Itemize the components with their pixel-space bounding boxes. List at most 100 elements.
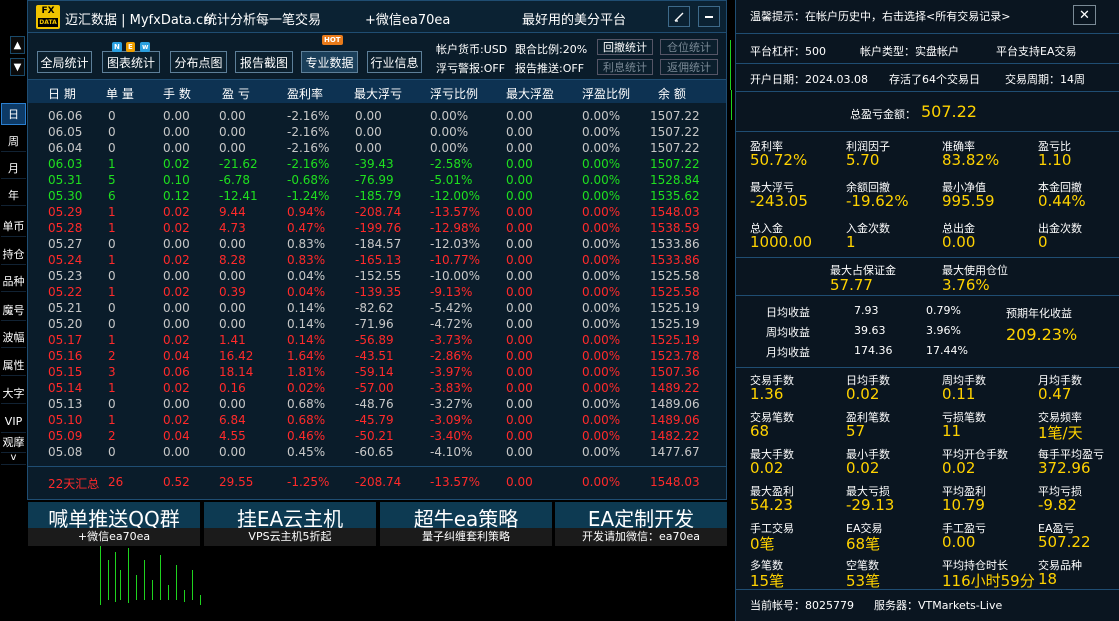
table-row[interactable]: 05.31 5 0.10 -6.78 -0.68% -76.99 -5.01% 0.00 0.0… bbox=[28, 172, 726, 188]
nav-position[interactable]: 持仓 bbox=[1, 243, 26, 265]
stat-value: 0.00 bbox=[942, 533, 976, 551]
chart-stats-button[interactable]: 图表统计 bbox=[102, 51, 160, 73]
table-cell: 0.00 bbox=[506, 365, 533, 379]
table-cell: 0.00% bbox=[582, 333, 621, 347]
industry-info-button[interactable]: 行业信息 bbox=[367, 51, 422, 73]
position-stats-button[interactable]: 仓位统计 bbox=[660, 39, 718, 55]
nav-magic[interactable]: 魔号 bbox=[1, 299, 26, 321]
nav-week[interactable]: 周 bbox=[1, 130, 26, 152]
table-row[interactable]: 05.28 1 0.02 4.73 0.47% -199.76 -12.98% 0.00 0.0… bbox=[28, 220, 726, 236]
table-row[interactable]: 06.06 0 0.00 0.00 -2.16% 0.00 0.00% 0.00 0.00% 15… bbox=[28, 108, 726, 124]
table-row[interactable]: 06.03 1 0.02 -21.62 -2.16% -39.43 -2.58% 0.00 0.… bbox=[28, 156, 726, 172]
table-row[interactable]: 05.17 1 0.02 1.41 0.14% -56.89 -3.73% 0.00 0.00%… bbox=[28, 332, 726, 348]
report-screenshot-button[interactable]: 报告截图 bbox=[235, 51, 293, 73]
table-row[interactable]: 05.22 1 0.02 0.39 0.04% -139.35 -9.13% 0.00 0.00… bbox=[28, 284, 726, 300]
report-push: 报告推送:OFF bbox=[515, 62, 585, 75]
table-row[interactable]: 05.21 0 0.00 0.00 0.14% -82.62 -5.42% 0.00 0.00%… bbox=[28, 300, 726, 316]
col-balance[interactable]: 余 额 bbox=[658, 85, 686, 102]
table-row[interactable]: 05.24 1 0.02 8.28 0.83% -165.13 -10.77% 0.00 0.0… bbox=[28, 252, 726, 268]
table-cell: 0.68% bbox=[287, 397, 326, 411]
table-cell: 0.68% bbox=[287, 413, 326, 427]
table-row[interactable]: 05.08 0 0.00 0.00 0.45% -60.65 -4.10% 0.00 0.00%… bbox=[28, 444, 726, 460]
table-row[interactable]: 05.09 2 0.04 4.55 0.46% -50.21 -3.40% 0.00 0.00%… bbox=[28, 428, 726, 444]
drawdown-stats-button[interactable]: 回撤统计 bbox=[597, 39, 653, 55]
nav-vip[interactable]: VIP bbox=[1, 411, 26, 433]
table-row[interactable]: 05.23 0 0.00 0.00 0.04% -152.55 -10.00% 0.00 0.0… bbox=[28, 268, 726, 284]
table-cell: 0 bbox=[108, 397, 116, 411]
table-row[interactable]: 06.04 0 0.00 0.00 -2.16% 0.00 0.00% 0.00 0.00% 15… bbox=[28, 140, 726, 156]
col-lots[interactable]: 手 数 bbox=[163, 85, 191, 102]
table-cell: 0.00% bbox=[582, 253, 621, 267]
table-cell: 0.00 bbox=[506, 237, 533, 251]
table-cell: 0.47% bbox=[287, 221, 326, 235]
col-orders[interactable]: 单 量 bbox=[106, 85, 134, 102]
table-row[interactable]: 05.10 1 0.02 6.84 0.68% -45.79 -3.09% 0.00 0.00%… bbox=[28, 412, 726, 428]
col-date[interactable]: 日 期 bbox=[48, 85, 76, 102]
table-cell: -3.09% bbox=[430, 413, 473, 427]
scroll-down-button[interactable]: ▼ bbox=[10, 58, 25, 76]
table-cell: 1507.22 bbox=[650, 141, 700, 155]
nav-collapse-button[interactable]: v bbox=[1, 451, 26, 465]
nav-month[interactable]: 月 bbox=[1, 157, 26, 179]
nav-large-font[interactable]: 大字 bbox=[1, 382, 26, 404]
stat-value: 0.02 bbox=[942, 459, 976, 477]
col-pl[interactable]: 盈 亏 bbox=[222, 85, 250, 102]
table-row[interactable]: 05.27 0 0.00 0.00 0.83% -184.57 -12.03% 0.00 0.0… bbox=[28, 236, 726, 252]
nav-observe[interactable]: 观摩 bbox=[1, 431, 26, 453]
table-row[interactable]: 06.05 0 0.00 0.00 -2.16% 0.00 0.00% 0.00 0.00% 15… bbox=[28, 124, 726, 140]
table-row[interactable]: 05.20 0 0.00 0.00 0.14% -71.96 -4.72% 0.00 0.00%… bbox=[28, 316, 726, 332]
stat-value: -9.82 bbox=[1038, 496, 1077, 514]
table-cell: 0.00 bbox=[355, 141, 382, 155]
pro-data-button[interactable]: 专业数据 bbox=[301, 51, 358, 73]
ad-ea-cloud-host[interactable]: 挂EA云主机 VPS云主机5折起 bbox=[204, 502, 376, 546]
scroll-up-button[interactable]: ▲ bbox=[10, 36, 25, 54]
wechat-contact: +微信ea70ea bbox=[365, 13, 451, 28]
nav-single-currency[interactable]: 单币 bbox=[1, 215, 26, 237]
table-cell: 05.20 bbox=[48, 317, 83, 331]
distribution-chart-button[interactable]: 分布点图 bbox=[170, 51, 227, 73]
stat-value: 0.00 bbox=[942, 233, 976, 251]
col-float-profit-ratio[interactable]: 浮盈比例 bbox=[582, 85, 630, 102]
server-name: 服务器：VTMarkets-Live bbox=[874, 599, 1003, 612]
nav-volatility[interactable]: 波幅 bbox=[1, 326, 26, 348]
fx-data-logo: FX DATA bbox=[36, 5, 60, 29]
nav-day[interactable]: 日 bbox=[1, 103, 26, 125]
nav-attributes[interactable]: 属性 bbox=[1, 354, 26, 376]
col-float-loss-ratio[interactable]: 浮亏比例 bbox=[430, 85, 478, 102]
ad-ea-strategy[interactable]: 超牛ea策略 量子纠缠套利策略 bbox=[380, 502, 552, 546]
table-cell: 1 bbox=[108, 285, 116, 299]
table-cell: 0.00 bbox=[506, 333, 533, 347]
table-cell: 0.00 bbox=[506, 269, 533, 283]
table-cell: 0.00 bbox=[506, 205, 533, 219]
col-max-float-loss[interactable]: 最大浮亏 bbox=[354, 85, 402, 102]
close-icon[interactable]: ✕ bbox=[1073, 5, 1096, 25]
table-row[interactable]: 05.30 6 0.12 -12.41 -1.24% -185.79 -12.00% 0.00… bbox=[28, 188, 726, 204]
ad-ea-custom-dev[interactable]: EA定制开发 开发请加微信：ea70ea bbox=[555, 502, 727, 546]
col-max-float-profit[interactable]: 最大浮盈 bbox=[506, 85, 554, 102]
stat-value: 57 bbox=[846, 422, 866, 440]
table-cell: 0.00 bbox=[163, 237, 190, 251]
chart-wick bbox=[144, 560, 145, 600]
interest-stats-button[interactable]: 利息统计 bbox=[597, 59, 653, 75]
table-row[interactable]: 05.13 0 0.00 0.00 0.68% -48.76 -3.27% 0.00 0.00%… bbox=[28, 396, 726, 412]
ad-qq-group[interactable]: 喊单推送QQ群 +微信ea70ea bbox=[28, 502, 200, 546]
minimize-icon[interactable] bbox=[698, 6, 720, 27]
nav-symbol[interactable]: 品种 bbox=[1, 270, 26, 292]
table-cell: 06.05 bbox=[48, 125, 83, 139]
table-cell: 0.16 bbox=[219, 381, 246, 395]
edit-icon[interactable] bbox=[668, 6, 690, 27]
table-header: 日 期 单 量 手 数 盈 亏 盈利率 最大浮亏 浮亏比例 最大浮盈 浮盈比例 … bbox=[28, 79, 726, 103]
table-row[interactable]: 05.15 3 0.06 18.14 1.81% -59.14 -3.97% 0.00 0.00… bbox=[28, 364, 726, 380]
average-return-a: 39.63 bbox=[854, 324, 886, 337]
table-row[interactable]: 05.14 1 0.02 0.16 0.02% -57.00 -3.83% 0.00 0.00%… bbox=[28, 380, 726, 396]
col-profit-rate[interactable]: 盈利率 bbox=[287, 85, 323, 102]
rebate-stats-button[interactable]: 返佣统计 bbox=[660, 59, 718, 75]
table-row[interactable]: 05.16 2 0.04 16.42 1.64% -43.51 -2.86% 0.00 0.00… bbox=[28, 348, 726, 364]
nav-year[interactable]: 年 bbox=[1, 184, 26, 206]
table-cell: 1 bbox=[108, 333, 116, 347]
table-cell: 0.00 bbox=[219, 317, 246, 331]
table-row[interactable]: 05.29 1 0.02 9.44 0.94% -208.74 -13.57% 0.00 0.0… bbox=[28, 204, 726, 220]
table-cell: 05.23 bbox=[48, 269, 83, 283]
table-cell: -76.99 bbox=[355, 173, 394, 187]
global-stats-button[interactable]: 全局统计 bbox=[37, 51, 92, 73]
